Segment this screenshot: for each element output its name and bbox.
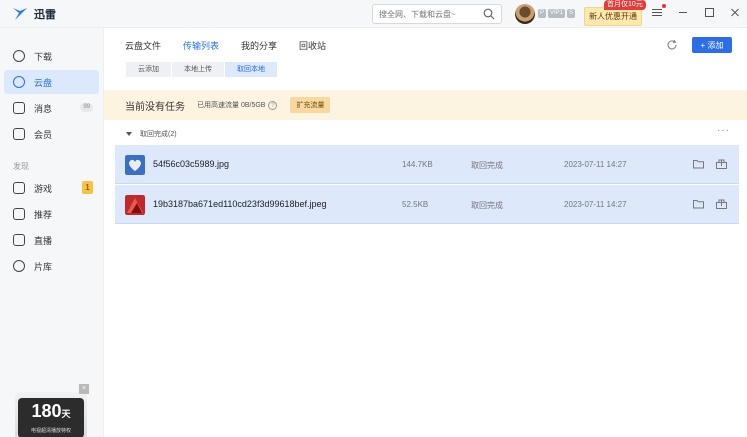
status-banner: 当前没有任务 已用高速流量 0B/5GB ? 扩充流量	[104, 90, 747, 120]
file-status: 取回完成	[471, 201, 503, 210]
sidebar-item-label: 直播	[34, 235, 53, 246]
file-size: 144.7KB	[402, 160, 433, 169]
main-panel: 云盘文件 传输列表 我的分享 回收站 + 添加 云添加 本地上传 取回本地 当前…	[104, 28, 747, 437]
help-icon[interactable]: ?	[268, 100, 278, 110]
tab-transfer-list[interactable]: 传输列表	[183, 39, 219, 52]
cloud-icon	[13, 76, 25, 88]
vip-badge-level: VIP1	[548, 9, 566, 18]
refresh-icon[interactable]	[666, 39, 678, 51]
save-to-cloud-icon[interactable]	[716, 199, 727, 209]
sidebar-item-download[interactable]: 下载	[4, 44, 99, 68]
tab-recycle-bin[interactable]: 回收站	[299, 39, 326, 52]
search-icon[interactable]	[483, 8, 495, 20]
maximize-icon[interactable]	[703, 6, 715, 18]
sidebar-item-film[interactable]: 片库	[4, 254, 99, 278]
expand-traffic-button[interactable]: 扩充流量	[290, 97, 331, 113]
brand: 迅雷	[12, 6, 56, 22]
message-icon	[13, 102, 25, 114]
file-status: 取回完成	[471, 161, 503, 170]
film-icon	[13, 260, 25, 272]
sidebar-item-label: 消息	[34, 103, 53, 114]
sidebar-item-label: 推荐	[34, 209, 53, 220]
vip-badges[interactable]: P VIP1 S	[538, 9, 576, 18]
window-controls	[651, 4, 741, 18]
ad-close-button[interactable]: ×	[79, 384, 89, 394]
minimize-icon[interactable]	[677, 6, 689, 18]
sidebar-item-messages[interactable]: 消息 99	[4, 96, 99, 120]
promo[interactable]: 首月仅10元 新人优惠开通	[584, 0, 646, 26]
main-tabs: 云盘文件 传输列表 我的分享 回收站	[125, 39, 326, 52]
sidebar-item-label: 片库	[34, 261, 53, 272]
quota-text: 已用高速流量 0B/5GB	[197, 102, 266, 109]
table-row[interactable]: 19b3187ba671ed110cd23f3d99618bef.jpeg 52…	[115, 185, 739, 224]
game-badge: 1	[82, 181, 93, 194]
vip-badge-p: P	[538, 9, 547, 18]
sidebar-item-label: 云盘	[34, 77, 53, 88]
live-icon	[13, 234, 25, 246]
file-name: 54f56c03c5989.jpg	[153, 159, 230, 169]
download-icon	[13, 50, 25, 62]
tab-cloud-files[interactable]: 云盘文件	[125, 39, 161, 52]
vip-badge-s: S	[567, 9, 576, 18]
sidebar-item-label: 会员	[34, 129, 53, 140]
notification-dot	[662, 4, 666, 8]
subtabs: 云添加 本地上传 取回本地	[126, 62, 278, 77]
promo-tag: 首月仅10元	[604, 0, 646, 10]
app-name: 迅雷	[34, 9, 56, 21]
ad-caption: 电视超清播放特权	[30, 428, 71, 434]
subtab-cloud-add[interactable]: 云添加	[126, 62, 172, 77]
sidebar-item-live[interactable]: 直播	[4, 228, 99, 252]
sidebar-item-vip[interactable]: 会员	[4, 122, 99, 146]
ad-unit: 天	[61, 409, 71, 419]
quota-info: 已用高速流量 0B/5GB ?	[197, 100, 278, 110]
search-box[interactable]	[372, 4, 502, 24]
file-time: 2023-07-11 14:27	[564, 160, 627, 169]
file-size: 52.5KB	[402, 200, 429, 209]
menu-icon[interactable]	[651, 4, 666, 18]
discover-section-label: 发现	[13, 162, 29, 171]
title-bar: 迅雷 P VIP1 S 首月仅10元 新人优惠开通	[0, 0, 747, 28]
file-name: 19b3187ba671ed110cd23f3d99618bef.jpeg	[153, 199, 327, 209]
collapse-arrow-icon[interactable]	[126, 132, 132, 136]
subtab-retrieve-local[interactable]: 取回本地	[225, 62, 278, 77]
ad-number: 180	[31, 401, 62, 421]
ad-banner[interactable]: 180天 电视超清播放特权 ×	[15, 384, 89, 437]
sidebar: 下载 云盘 消息 99 会员 发现 游戏 1 推荐 直播 片库 180天 电视超…	[0, 28, 104, 437]
tab-my-shares[interactable]: 我的分享	[241, 39, 277, 52]
close-icon[interactable]	[729, 6, 741, 18]
add-button[interactable]: + 添加	[692, 37, 732, 53]
group-header[interactable]: 取回完成(2)	[126, 129, 177, 139]
save-to-cloud-icon[interactable]	[716, 159, 727, 169]
open-folder-icon[interactable]	[693, 159, 704, 169]
sidebar-item-recommend[interactable]: 推荐	[4, 202, 99, 226]
avatar[interactable]	[515, 4, 535, 24]
open-folder-icon[interactable]	[693, 199, 704, 209]
file-time: 2023-07-11 14:27	[564, 200, 627, 209]
sidebar-item-label: 游戏	[34, 183, 53, 194]
image-thumbnail-icon	[125, 155, 145, 175]
sidebar-item-cloud[interactable]: 云盘	[4, 70, 99, 94]
recommend-icon	[13, 208, 25, 220]
thunder-logo-icon	[13, 8, 27, 20]
app-window: 迅雷 P VIP1 S 首月仅10元 新人优惠开通	[0, 0, 747, 437]
image-thumbnail-icon	[125, 195, 145, 215]
ad-number-row: 180天	[18, 398, 84, 427]
group-label: 取回完成(2)	[140, 131, 177, 138]
ad-content[interactable]: 180天 电视超清播放特权	[18, 398, 84, 437]
gamepad-icon	[13, 182, 25, 194]
sidebar-item-label: 下载	[34, 51, 53, 62]
sidebar-item-games[interactable]: 游戏 1	[4, 176, 99, 200]
crown-icon	[13, 128, 25, 140]
table-row[interactable]: 54f56c03c5989.jpg 144.7KB 取回完成 2023-07-1…	[115, 145, 739, 184]
banner-title: 当前没有任务	[125, 101, 185, 113]
subtab-local-upload[interactable]: 本地上传	[172, 62, 225, 77]
search-input[interactable]	[379, 9, 479, 19]
message-count-badge: 99	[80, 103, 93, 112]
more-options-icon[interactable]: ···	[717, 125, 730, 136]
